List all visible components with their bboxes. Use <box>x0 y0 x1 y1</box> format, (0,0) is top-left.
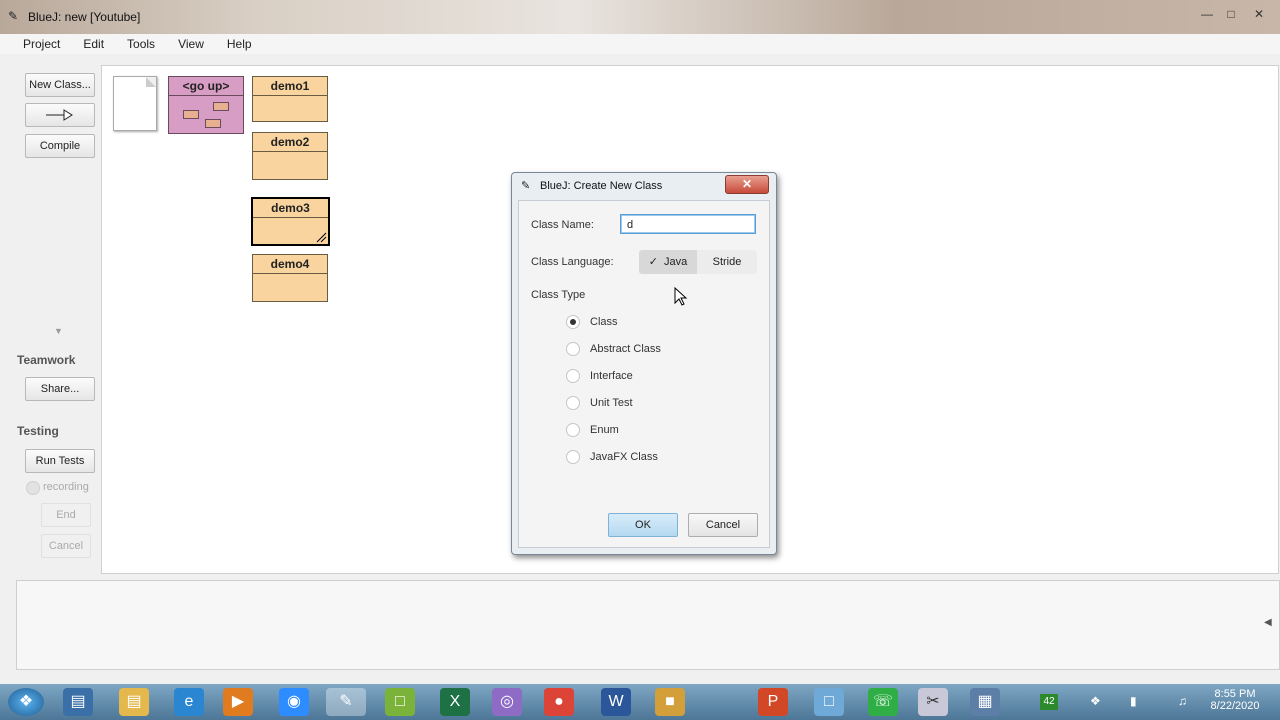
dialog-close-icon[interactable]: ✕ <box>725 175 769 194</box>
taskbar-clock[interactable]: 8:55 PM 8/22/2020 <box>1200 688 1270 712</box>
network-signal-icon[interactable]: ▮ <box>1130 694 1137 708</box>
resize-handle-icon[interactable] <box>315 231 327 243</box>
mouse-pointer-icon <box>674 287 688 306</box>
class-language-label: Class Language: <box>531 256 614 268</box>
recorder-icon[interactable]: ◎ <box>492 688 522 716</box>
maximize-icon[interactable]: □ <box>1220 6 1242 22</box>
collapse-triangle-icon[interactable]: ▼ <box>54 326 63 336</box>
radio-abstract-class[interactable] <box>566 342 580 356</box>
class-name: demo1 <box>253 77 327 96</box>
snipping-tool-icon[interactable]: ✂ <box>918 688 948 716</box>
teamwork-label: Teamwork <box>17 353 76 367</box>
minimize-icon[interactable]: — <box>1196 6 1218 22</box>
class-name-label: Class Name: <box>531 219 594 231</box>
word-icon[interactable]: W <box>601 688 631 716</box>
radio-class[interactable] <box>566 315 580 329</box>
go-up-label: <go up> <box>169 77 243 96</box>
create-new-class-dialog: ✎ BlueJ: Create New Class ✕ Class Name: … <box>511 172 777 555</box>
menu-edit[interactable]: Edit <box>75 34 112 54</box>
object-bench[interactable] <box>16 580 1280 670</box>
menu-project[interactable]: Project <box>15 34 68 54</box>
class-box-demo3[interactable]: demo3 <box>251 197 330 246</box>
radio-label-interface[interactable]: Interface <box>590 370 633 382</box>
volume-icon[interactable]: ♫ <box>1178 694 1187 708</box>
radio-label-unit-test[interactable]: Unit Test <box>590 397 633 409</box>
menu-bar: Project Edit Tools View Help <box>0 34 1280 54</box>
arrow-icon <box>46 109 73 121</box>
phone-app-icon[interactable]: ☏ <box>868 688 898 716</box>
package-mini-class <box>213 102 229 111</box>
cancel-button[interactable]: Cancel <box>688 513 758 537</box>
checkmark-icon: ✓ <box>648 256 658 268</box>
dialog-body: Class Name: d Class Language: ✓ Java Str… <box>518 200 770 548</box>
app-icon[interactable]: □ <box>814 688 844 716</box>
window-titlebar: ✎ BlueJ: new [Youtube] — □ ✕ <box>0 0 1280 34</box>
media-player-icon[interactable]: ▶ <box>223 688 253 716</box>
cancel-recording-button[interactable]: Cancel <box>41 534 91 558</box>
scroll-left-icon[interactable]: ◀ <box>1264 617 1272 628</box>
class-name: demo4 <box>253 255 327 274</box>
class-name: demo3 <box>253 199 328 218</box>
bluej-taskbar-icon[interactable]: ✎ <box>326 688 366 716</box>
dialog-title: BlueJ: Create New Class <box>540 180 663 192</box>
excel-icon[interactable]: X <box>440 688 470 716</box>
bluetooth-icon[interactable]: ❖ <box>1090 694 1101 708</box>
class-name: demo2 <box>253 133 327 152</box>
compile-button[interactable]: Compile <box>25 134 95 158</box>
recording-label: recording <box>43 481 89 493</box>
radio-interface[interactable] <box>566 369 580 383</box>
powerpoint-icon[interactable]: P <box>758 688 788 716</box>
language-stride-toggle[interactable]: Stride <box>697 250 757 274</box>
class-name-input[interactable]: d <box>620 214 756 234</box>
radio-label-enum[interactable]: Enum <box>590 424 619 436</box>
canvas-margin <box>101 56 1280 65</box>
readme-file-icon[interactable] <box>113 76 157 131</box>
go-up-package[interactable]: <go up> <box>168 76 244 134</box>
end-button[interactable]: End <box>41 503 91 527</box>
internet-explorer-icon[interactable]: e <box>174 688 204 716</box>
radio-enum[interactable] <box>566 423 580 437</box>
recording-indicator-icon <box>26 481 40 495</box>
menu-help[interactable]: Help <box>219 34 260 54</box>
window-title: BlueJ: new [Youtube] <box>28 10 141 24</box>
radio-label-abstract-class[interactable]: Abstract Class <box>590 343 661 355</box>
radio-unit-test[interactable] <box>566 396 580 410</box>
package-mini-class <box>205 119 221 128</box>
calculator-icon[interactable]: ▦ <box>970 688 1000 716</box>
network-app-icon[interactable]: ▤ <box>63 688 93 716</box>
share-button[interactable]: Share... <box>25 377 95 401</box>
run-tests-button[interactable]: Run Tests <box>25 449 95 473</box>
clock-date: 8/22/2020 <box>1210 700 1260 712</box>
paint-icon[interactable]: ■ <box>655 688 685 716</box>
chrome-icon[interactable]: ● <box>544 688 574 716</box>
java-label: Java <box>664 256 688 268</box>
bluej-bird-icon: ✎ <box>521 180 531 192</box>
start-button-icon[interactable]: ❖ <box>8 688 44 716</box>
ok-button[interactable]: OK <box>608 513 678 537</box>
class-box-demo2[interactable]: demo2 <box>252 132 328 180</box>
clock-time: 8:55 PM <box>1214 688 1256 700</box>
close-icon[interactable]: ✕ <box>1248 6 1270 22</box>
menu-view[interactable]: View <box>170 34 212 54</box>
radio-label-class[interactable]: Class <box>590 316 618 328</box>
notification-badge[interactable]: 42 <box>1040 694 1058 710</box>
class-type-label: Class Type <box>531 289 586 301</box>
radio-label-javafx-class[interactable]: JavaFX Class <box>590 451 658 463</box>
language-java-toggle[interactable]: ✓ Java <box>639 250 697 274</box>
menu-tools[interactable]: Tools <box>119 34 163 54</box>
class-box-demo4[interactable]: demo4 <box>252 254 328 302</box>
radio-javafx-class[interactable] <box>566 450 580 464</box>
zoom-icon[interactable]: ◉ <box>279 688 309 716</box>
testing-label: Testing <box>17 424 59 438</box>
file-explorer-icon[interactable]: ▤ <box>119 688 149 716</box>
package-mini-class <box>183 110 199 119</box>
add-arrow-button[interactable] <box>25 103 95 127</box>
chart-app-icon[interactable]: □ <box>385 688 415 716</box>
new-class-button[interactable]: New Class... <box>25 73 95 97</box>
class-box-demo1[interactable]: demo1 <box>252 76 328 122</box>
bluej-bird-icon: ✎ <box>8 9 19 23</box>
